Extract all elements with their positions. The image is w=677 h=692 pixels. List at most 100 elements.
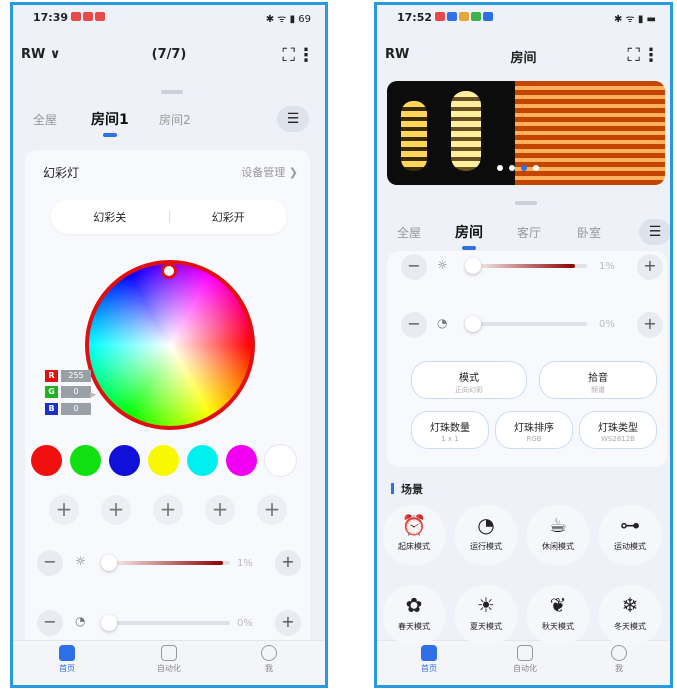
brightness-value: 1% xyxy=(599,261,615,272)
sound-button[interactable]: 拾音 频谱 xyxy=(539,361,657,399)
color-swatch[interactable] xyxy=(70,445,101,476)
tab-room[interactable]: 房间 xyxy=(455,222,483,242)
color-picker-knob[interactable] xyxy=(161,263,177,279)
menu-icon[interactable]: ☰ xyxy=(277,106,309,132)
brightness-slider-fill xyxy=(105,561,223,565)
page-counter: (7/7) xyxy=(151,47,187,62)
speed-slider[interactable] xyxy=(105,621,230,625)
speed-plus-button[interactable]: + xyxy=(637,312,663,338)
brightness-value: 1% xyxy=(237,558,253,569)
rgb-green-row: G 0 xyxy=(45,386,91,398)
mode-button[interactable]: 模式 正向幻彩 xyxy=(411,361,527,399)
carousel-dots[interactable] xyxy=(497,165,539,171)
led-type-button[interactable]: 灯珠类型 WS2812B xyxy=(579,411,657,449)
scene-label: 休闲模式 xyxy=(542,542,574,551)
speed-minus-button[interactable]: − xyxy=(37,610,63,636)
device-manage-link[interactable]: 设备管理 ❯ xyxy=(241,164,298,180)
more-icon[interactable]: ⋮ xyxy=(642,45,660,66)
nav-automation[interactable]: 自动化 xyxy=(139,645,199,674)
nav-me[interactable]: 我 xyxy=(589,645,649,674)
smile-icon xyxy=(611,645,627,661)
expand-arrow-icon[interactable]: ▶ xyxy=(90,390,96,399)
led-count-label: 灯珠数量 xyxy=(430,423,470,434)
tab-living-room[interactable]: 客厅 xyxy=(517,224,541,241)
tab-whole-house[interactable]: 全屋 xyxy=(397,224,421,241)
color-swatch[interactable] xyxy=(109,445,140,476)
brightness-slider-knob[interactable] xyxy=(101,555,117,571)
add-color-button[interactable]: + xyxy=(49,495,79,525)
page-title: 房间 xyxy=(510,51,537,66)
status-bar: 17:52 ✱ ᯤ ▮ ▬ xyxy=(377,5,670,29)
cube-icon xyxy=(161,645,177,661)
segment-off[interactable]: 幻彩关 xyxy=(51,209,169,225)
add-color-button[interactable]: + xyxy=(257,495,287,525)
app-header: RW ∨ (7/7) ⛶ ⋮ xyxy=(13,35,325,75)
led-count-button[interactable]: 灯珠数量 1 x 1 xyxy=(411,411,489,449)
nav-home-label: 首页 xyxy=(59,664,75,673)
scene-4[interactable]: ⊶ 运动模式 xyxy=(599,505,661,565)
speed-value: 0% xyxy=(237,618,253,629)
brightness-plus-button[interactable]: + xyxy=(275,550,301,576)
scene-5[interactable]: ✿ 春天模式 xyxy=(383,585,445,645)
menu-icon[interactable]: ☰ xyxy=(639,219,670,245)
add-color-button[interactable]: + xyxy=(205,495,235,525)
nav-home-label: 首页 xyxy=(421,664,437,673)
status-bar: 17:39 ✱ ᯤ ▮ 69 xyxy=(13,5,325,29)
mode-value: 正向幻彩 xyxy=(455,386,483,394)
scene-label: 冬天模式 xyxy=(614,622,646,631)
rgb-blue-row: B 0 xyxy=(45,403,91,415)
color-swatch[interactable] xyxy=(226,445,257,476)
nav-home[interactable]: 首页 xyxy=(37,645,97,674)
scene-2[interactable]: ◔ 运行模式 xyxy=(455,505,517,565)
scan-icon[interactable]: ⛶ xyxy=(282,45,295,66)
led-type-value: WS2812B xyxy=(601,435,635,443)
scene-1[interactable]: ⏰ 起床模式 xyxy=(383,505,445,565)
speed-minus-button[interactable]: − xyxy=(401,312,427,338)
color-swatch[interactable] xyxy=(187,445,218,476)
tab-whole-house[interactable]: 全屋 xyxy=(33,111,57,128)
notification-icons xyxy=(71,12,105,21)
segment-on[interactable]: 幻彩开 xyxy=(170,209,288,225)
scene-7[interactable]: ❦ 秋天模式 xyxy=(527,585,589,645)
speed-slider[interactable] xyxy=(469,322,587,326)
mode-label: 模式 xyxy=(459,373,479,384)
color-swatch[interactable] xyxy=(31,445,62,476)
color-swatch[interactable] xyxy=(265,445,296,476)
add-color-button[interactable]: + xyxy=(101,495,131,525)
nav-me[interactable]: 我 xyxy=(239,645,299,674)
tab-room2[interactable]: 房间2 xyxy=(159,111,191,128)
drag-handle[interactable] xyxy=(161,90,183,94)
status-time: 17:52 xyxy=(397,11,433,24)
nav-home[interactable]: 首页 xyxy=(399,645,459,674)
nav-me-label: 我 xyxy=(265,664,273,673)
red-tag: R xyxy=(45,370,58,382)
right-phone-screen: 17:52 ✱ ᯤ ▮ ▬ RW 房间 ⛶ ⋮ 全屋 房间 客厅 卧室 ☰ − … xyxy=(374,2,673,688)
scene-label: 运行模式 xyxy=(470,542,502,551)
sound-label: 拾音 xyxy=(588,373,608,384)
scene-6[interactable]: ☀ 夏天模式 xyxy=(455,585,517,645)
more-icon[interactable]: ⋮ xyxy=(297,45,315,66)
speed-gauge-icon: ◔ xyxy=(75,614,86,628)
drag-handle[interactable] xyxy=(515,201,537,205)
brightness-minus-button[interactable]: − xyxy=(37,550,63,576)
brightness-plus-button[interactable]: + xyxy=(637,254,663,280)
speed-value: 0% xyxy=(599,319,615,330)
scene-8[interactable]: ❄ 冬天模式 xyxy=(599,585,661,645)
speed-slider-knob[interactable] xyxy=(465,316,481,332)
wake-icon: ⏰ xyxy=(401,513,427,537)
cube-icon xyxy=(517,645,533,661)
tab-bedroom[interactable]: 卧室 xyxy=(577,224,601,241)
status-time: 17:39 xyxy=(33,11,69,24)
brightness-minus-button[interactable]: − xyxy=(401,254,427,280)
add-color-button[interactable]: + xyxy=(153,495,183,525)
speed-slider-knob[interactable] xyxy=(101,615,117,631)
brightness-slider-knob[interactable] xyxy=(465,258,481,274)
color-swatch[interactable] xyxy=(148,445,179,476)
nav-automation[interactable]: 自动化 xyxy=(495,645,555,674)
scan-icon[interactable]: ⛶ xyxy=(627,45,640,66)
speed-plus-button[interactable]: + xyxy=(275,610,301,636)
color-wheel[interactable] xyxy=(85,260,255,430)
tab-room1[interactable]: 房间1 xyxy=(91,109,129,129)
scene-3[interactable]: ☕ 休闲模式 xyxy=(527,505,589,565)
led-order-button[interactable]: 灯珠排序 RGB xyxy=(495,411,573,449)
